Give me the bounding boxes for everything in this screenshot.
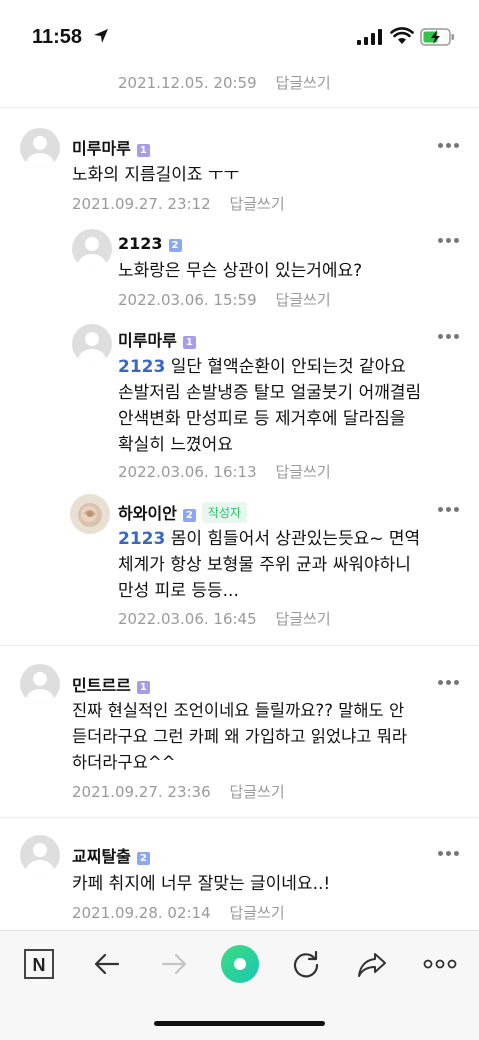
wifi-icon (390, 27, 414, 44)
more-options-icon[interactable] (438, 680, 460, 686)
refresh-button[interactable] (290, 948, 322, 980)
comment-meta: 2021.09.27. 23:36 답글쓰기 (72, 781, 285, 802)
reply-link[interactable]: 답글쓰기 (275, 291, 330, 309)
comment-text: 2123 몸이 힘들어서 상관있는듯요~ 면역 체계가 항상 보형물 주위 균과… (118, 526, 420, 604)
more-options-icon[interactable] (438, 507, 460, 513)
comment-line: 진짜 현실적인 조언이네요 들릴까요?? 말해도 안 (72, 701, 405, 720)
share-arrow-icon (358, 953, 386, 977)
previous-comment-meta: 2021.12.05. 20:59 답글쓰기 (118, 72, 331, 93)
status-time: 11:58 (32, 26, 83, 48)
comment-author[interactable]: 하와이안 2 작성자 (118, 500, 248, 524)
member-level-badge: 1 (182, 336, 196, 349)
forward-button[interactable] (158, 948, 190, 980)
location-arrow-icon (94, 29, 108, 43)
comment-author[interactable]: 민트르르 1 (72, 672, 150, 696)
share-button[interactable] (356, 948, 388, 980)
comment-author[interactable]: 미루마루 1 (72, 135, 150, 159)
home-indicator[interactable] (154, 1021, 325, 1026)
comment-meta: 2022.03.06. 16:45 답글쓰기 (118, 608, 331, 629)
comment-meta: 2021.09.27. 23:12 답글쓰기 (72, 193, 285, 214)
comment-line: 만성 피로 등등... (118, 581, 239, 601)
member-level-badge: 2 (168, 239, 182, 252)
comment-line: 몸이 힘들어서 상관있는듯요~ 면역 (170, 529, 421, 549)
naver-home-button[interactable]: N (23, 948, 55, 980)
comment-date: 2021.12.05. 20:59 (118, 74, 257, 92)
comment-text: 노화랑은 무슨 상관이 있는거에요? (118, 261, 363, 281)
comment-meta: 2021.09.28. 02:14 답글쓰기 (72, 902, 285, 923)
arrow-left-icon (94, 953, 120, 975)
avatar-rose[interactable] (70, 494, 110, 534)
arrow-right-icon (161, 953, 187, 975)
more-options-icon[interactable] (438, 851, 460, 857)
comment-date: 2022.03.06. 16:45 (118, 610, 257, 628)
nickname: 하와이안 (118, 504, 177, 523)
divider (0, 645, 479, 646)
member-level-badge: 2 (182, 509, 196, 522)
comment-date: 2021.09.27. 23:36 (72, 783, 211, 801)
comment-text: 진짜 현실적인 조언이네요 들릴까요?? 말해도 안 듣더라구요 그런 카페 왜… (72, 698, 407, 776)
comment-author[interactable]: 미루마루 1 (118, 327, 196, 351)
more-options-icon[interactable] (438, 334, 460, 340)
avatar[interactable] (72, 324, 112, 364)
green-dot-button[interactable] (220, 944, 260, 984)
avatar[interactable] (20, 664, 60, 704)
status-bar: 11:58 (0, 0, 479, 70)
comment-text: 카페 취지에 너무 잘맞는 글이네요..! (72, 874, 331, 894)
reply-link[interactable]: 답글쓰기 (229, 195, 284, 213)
nickname: 미루마루 (118, 331, 177, 350)
divider (0, 107, 479, 108)
comment-line: 확실히 느꼈어요 (118, 435, 233, 455)
comment-date: 2021.09.28. 02:14 (72, 904, 211, 922)
battery-charging-icon (420, 28, 454, 46)
comment-date: 2022.03.06. 16:13 (118, 463, 257, 481)
comment-text: 노화의 지름길이죠 ㅜㅜ (72, 165, 240, 185)
nickname: 미루마루 (72, 139, 131, 158)
refresh-icon (293, 950, 319, 978)
comment-line: 체계가 항상 보형물 주위 균과 싸워야하니 (118, 555, 411, 575)
nickname: 2123 (118, 234, 163, 253)
author-badge: 작성자 (201, 502, 248, 523)
reply-link[interactable]: 답글쓰기 (229, 783, 284, 801)
more-options-icon[interactable] (438, 143, 460, 149)
comment-line: 안색변화 만성피로 등 제거후에 달라짐을 (118, 409, 406, 429)
reply-link[interactable]: 답글쓰기 (275, 610, 330, 628)
comment-date: 2021.09.27. 23:12 (72, 195, 211, 213)
comment-line: 하더라구요^^ (72, 753, 176, 772)
reply-link[interactable]: 답글쓰기 (229, 904, 284, 922)
mention-link[interactable]: 2123 (118, 357, 165, 377)
reply-link[interactable]: 답글쓰기 (275, 463, 330, 481)
avatar[interactable] (20, 128, 60, 168)
more-menu-button[interactable] (422, 948, 458, 980)
member-level-badge: 2 (136, 852, 150, 865)
comment-meta: 2022.03.06. 15:59 답글쓰기 (118, 289, 331, 310)
back-button[interactable] (91, 948, 123, 980)
svg-text:N: N (33, 955, 46, 975)
avatar[interactable] (20, 835, 60, 875)
rose-icon (70, 494, 110, 534)
cellular-signal-icon (357, 29, 382, 45)
comment-date: 2022.03.06. 15:59 (118, 291, 257, 309)
comment-text: 2123 일단 혈액순환이 안되는것 같아요 손발저림 손발냉증 탈모 얼굴붓기… (118, 354, 421, 458)
comment-line: 손발저림 손발냉증 탈모 얼굴붓기 어깨결림 (118, 383, 422, 403)
divider (0, 817, 479, 818)
more-dots-icon (423, 959, 457, 969)
comment-meta: 2022.03.06. 16:13 답글쓰기 (118, 461, 331, 482)
nickname: 교찌탈출 (72, 847, 131, 866)
member-level-badge: 1 (136, 144, 150, 157)
comment-author[interactable]: 교찌탈출 2 (72, 843, 150, 867)
comment-author[interactable]: 2123 2 (118, 234, 182, 253)
comment-line: 일단 혈액순환이 안되는것 같아요 (170, 357, 406, 377)
mention-link[interactable]: 2123 (118, 529, 165, 549)
naver-n-icon: N (24, 949, 54, 979)
member-level-badge: 1 (136, 681, 150, 694)
comment-line: 듣더라구요 그런 카페 왜 가입하고 읽었냐고 뭐라 (72, 727, 408, 746)
more-options-icon[interactable] (438, 238, 460, 244)
avatar[interactable] (72, 229, 112, 269)
green-dot-icon (221, 945, 259, 983)
reply-link[interactable]: 답글쓰기 (275, 74, 330, 92)
nickname: 민트르르 (72, 676, 131, 695)
